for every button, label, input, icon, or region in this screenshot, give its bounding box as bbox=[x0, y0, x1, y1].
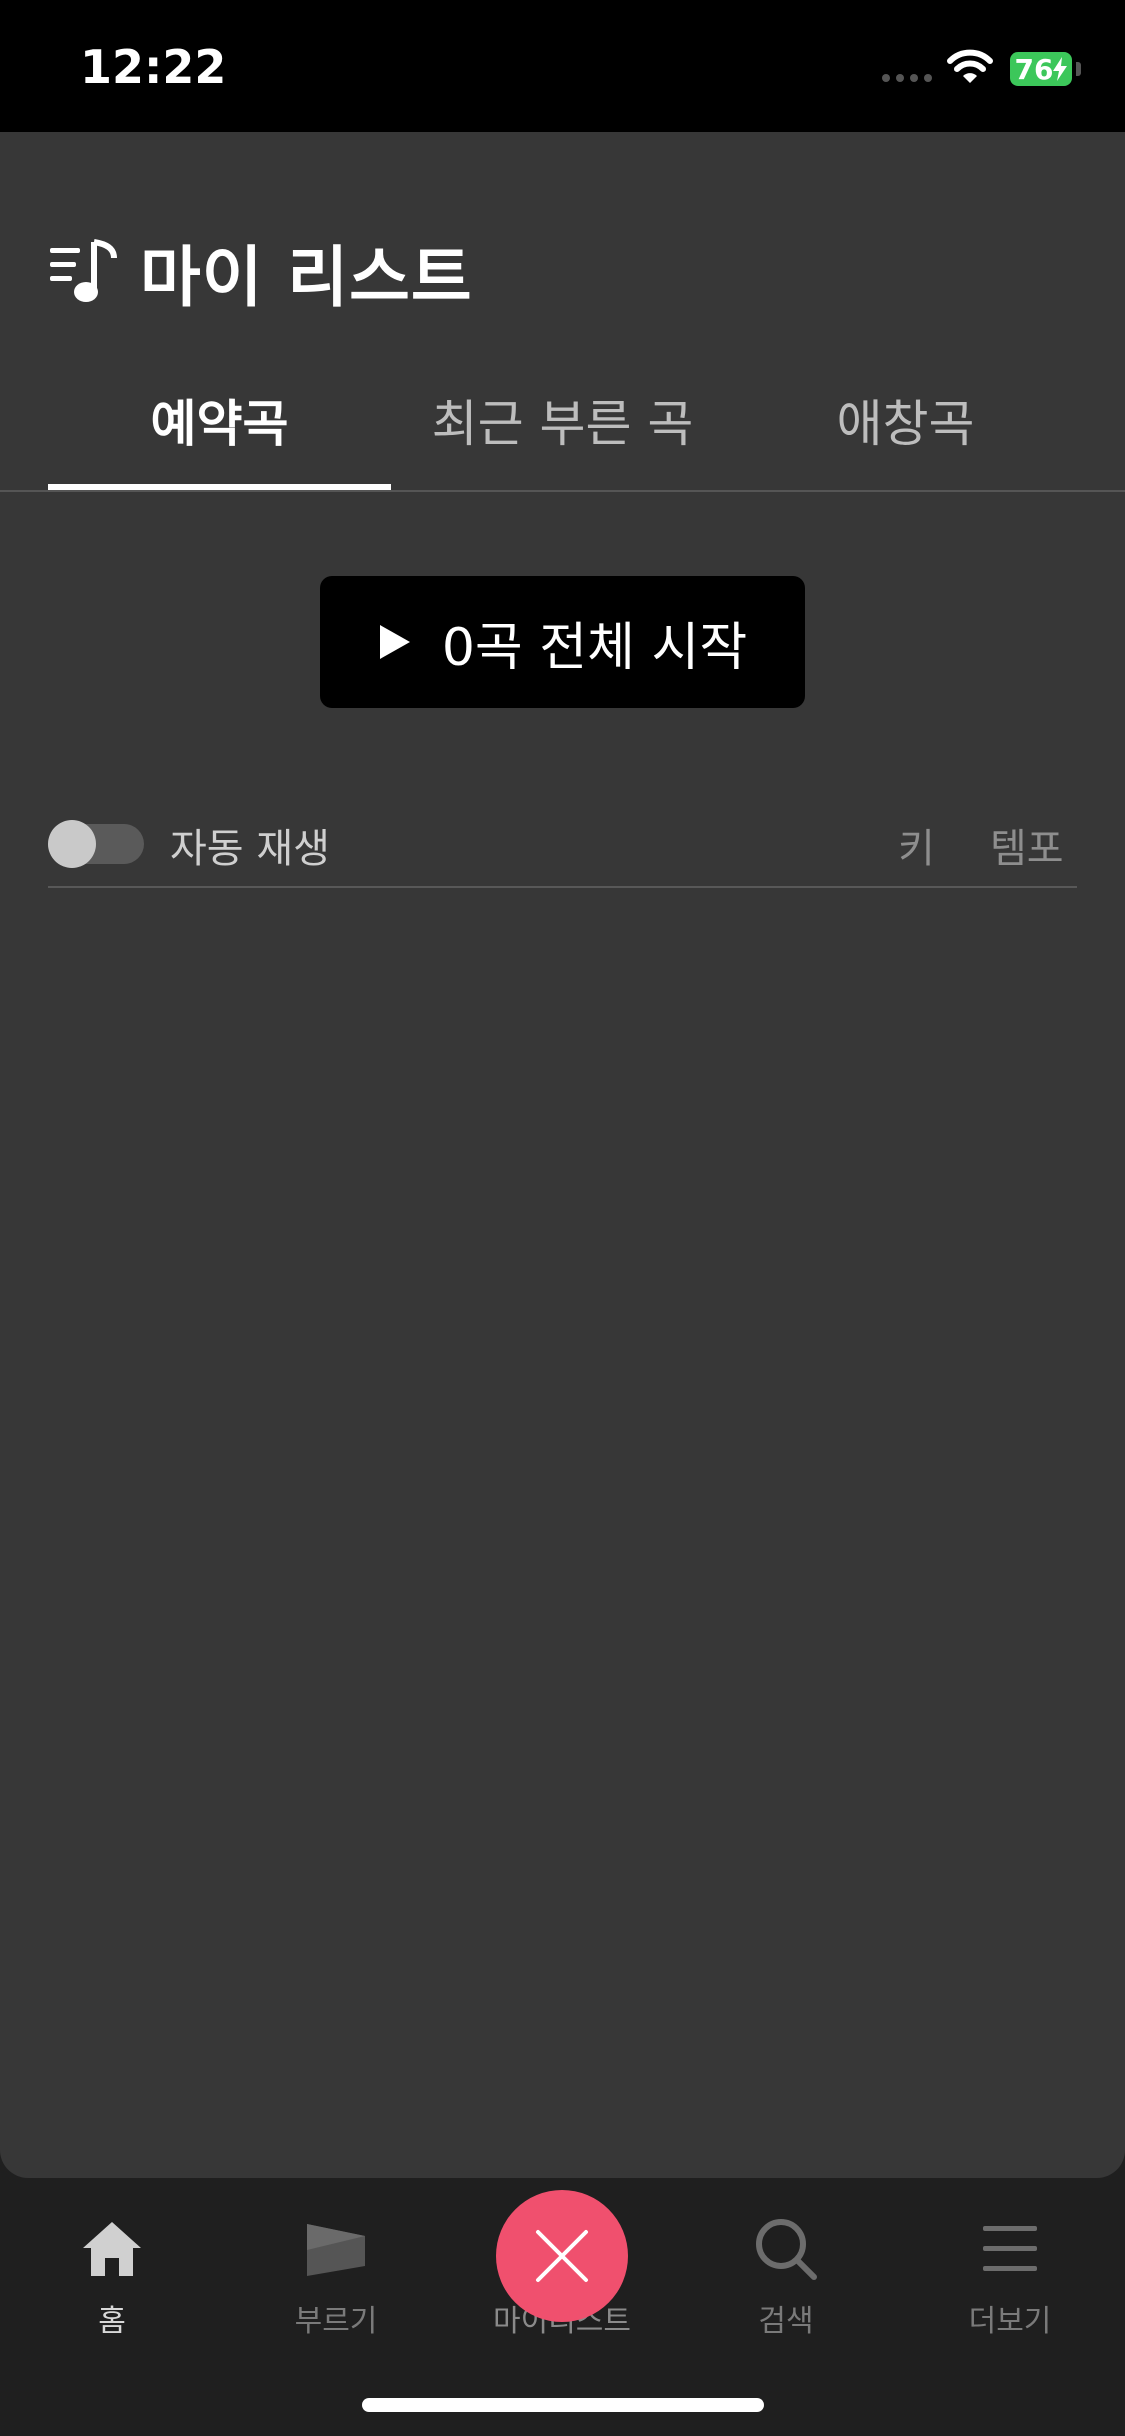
toggle-knob bbox=[48, 820, 96, 868]
tab-label: 최근 부른 곡 bbox=[431, 395, 694, 453]
close-icon bbox=[536, 2230, 588, 2282]
nav-sing[interactable]: 부르기 bbox=[256, 2210, 416, 2350]
page-title: 마이 리스트 bbox=[140, 239, 473, 316]
tab-label: 애창곡 bbox=[836, 395, 975, 453]
status-bar: 12:22 76 bbox=[0, 0, 1125, 132]
nav-search[interactable]: 검색 bbox=[706, 2210, 866, 2350]
battery-level: 76 bbox=[1014, 52, 1054, 86]
column-tempo: 템포 bbox=[990, 826, 1064, 872]
wifi-icon bbox=[947, 49, 993, 83]
nav-more[interactable]: 더보기 bbox=[930, 2210, 1090, 2350]
play-icon bbox=[379, 625, 410, 659]
nav-home[interactable]: 홈 bbox=[32, 2210, 192, 2350]
list-divider bbox=[48, 886, 1077, 888]
battery-indicator: 76 bbox=[1010, 52, 1072, 86]
close-fab-button[interactable] bbox=[496, 2190, 628, 2322]
start-all-label: 0곡 전체 시작 bbox=[441, 617, 748, 678]
page-header: 마이 리스트 bbox=[48, 224, 473, 320]
tab-recent[interactable]: 최근 부른 곡 bbox=[391, 364, 734, 490]
nav-label: 검색 bbox=[758, 2304, 814, 2339]
column-key: 키 bbox=[898, 826, 935, 872]
sing-icon bbox=[307, 2224, 365, 2276]
tab-label: 예약곡 bbox=[150, 395, 289, 453]
nav-label: 홈 bbox=[98, 2304, 126, 2339]
autoplay-toggle[interactable] bbox=[48, 820, 144, 868]
tab-reserved[interactable]: 예약곡 bbox=[48, 364, 391, 490]
tab-strip: 예약곡 최근 부른 곡 애창곡 bbox=[48, 364, 1077, 490]
my-list-sheet: 마이 리스트 예약곡 최근 부른 곡 애창곡 0곡 전체 시작 자동 재생 키 … bbox=[0, 132, 1125, 2178]
start-all-button[interactable]: 0곡 전체 시작 bbox=[320, 576, 805, 708]
status-time: 12:22 bbox=[80, 40, 227, 94]
nav-label: 부르기 bbox=[294, 2304, 378, 2339]
tabs-divider bbox=[0, 490, 1125, 492]
battery-tip bbox=[1076, 62, 1081, 76]
nav-label: 더보기 bbox=[968, 2304, 1052, 2339]
home-indicator bbox=[362, 2398, 764, 2412]
cellular-signal-icon bbox=[882, 74, 932, 82]
autoplay-label: 자동 재생 bbox=[170, 826, 330, 872]
search-icon bbox=[756, 2219, 817, 2280]
menu-icon bbox=[983, 2226, 1037, 2271]
charging-bolt-icon bbox=[1053, 57, 1068, 81]
playlist-music-icon bbox=[50, 239, 117, 302]
home-icon bbox=[83, 2222, 141, 2276]
list-header: 자동 재생 키 템포 bbox=[48, 812, 1077, 886]
tab-favorites[interactable]: 애창곡 bbox=[734, 364, 1077, 490]
